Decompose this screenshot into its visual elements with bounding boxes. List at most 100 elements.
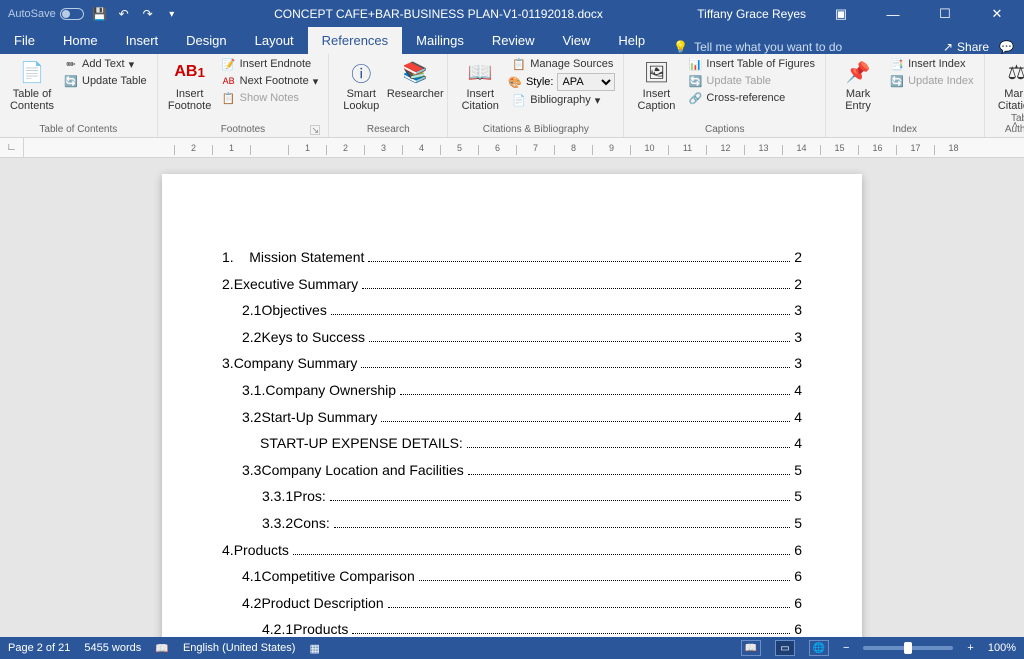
web-layout-icon[interactable]: 🌐 [809, 640, 829, 656]
citation-style-select[interactable]: 🎨 Style: APA [508, 73, 617, 91]
toc-number: 4.1 [242, 563, 261, 590]
toc-leader [468, 462, 790, 475]
toc-entry[interactable]: START-UP EXPENSE DETAILS:4 [260, 430, 802, 457]
style-icon: 🎨 [508, 76, 522, 89]
zoom-in-icon[interactable]: + [967, 642, 973, 654]
style-dropdown[interactable]: APA [557, 73, 615, 91]
menu-bar: File Home Insert Design Layout Reference… [0, 28, 1024, 54]
table-of-contents-button[interactable]: 📄 Table of Contents [6, 56, 58, 112]
save-icon[interactable]: 💾 [92, 6, 108, 22]
qat-customize-icon[interactable]: ▾ [164, 6, 180, 22]
toc-entry[interactable]: 3.2 Start-Up Summary4 [242, 404, 802, 431]
toc-entry[interactable]: 4.1 Competitive Comparison6 [242, 563, 802, 590]
toc-entry[interactable]: 3.3.1 Pros:5 [262, 483, 802, 510]
tab-mailings[interactable]: Mailings [402, 27, 478, 54]
insert-tof-button[interactable]: 📊Insert Table of Figures [684, 56, 819, 72]
toc-title: Start-Up Summary [261, 404, 377, 431]
mark-citation-icon: ⚖ [1003, 58, 1024, 86]
read-mode-icon[interactable]: 📖 [741, 640, 761, 656]
toc-title: Company Ownership [265, 377, 396, 404]
print-layout-icon[interactable]: ▭ [775, 640, 795, 656]
tab-references[interactable]: References [308, 27, 402, 54]
toc-page: 4 [794, 404, 802, 431]
insert-footnote-button[interactable]: AB1 Insert Footnote [164, 56, 216, 112]
close-icon[interactable]: ✕ [980, 6, 1014, 22]
toc-leader [388, 595, 791, 608]
update-table-button[interactable]: 🔄Update Table [60, 73, 151, 89]
toc-title: Mission Statement [249, 244, 364, 271]
toc-entry[interactable]: 2.1 Objectives3 [242, 297, 802, 324]
bibliography-button[interactable]: 📄Bibliography ▾ [508, 92, 617, 108]
spellcheck-icon[interactable]: 📖 [155, 642, 169, 655]
toc-entry[interactable]: 3.1. Company Ownership4 [242, 377, 802, 404]
researcher-button[interactable]: 📚 Researcher [389, 56, 441, 112]
mark-entry-icon: 📌 [844, 58, 872, 86]
comments-icon[interactable]: 💬 [999, 40, 1014, 54]
toc-entry[interactable]: 3. Company Summary3 [222, 350, 802, 377]
toc-page: 4 [794, 377, 802, 404]
ruler-area: ∟ 21123456789101112131415161718 [0, 138, 1024, 158]
toc-entry[interactable]: 2.2 Keys to Success3 [242, 324, 802, 351]
toc-page: 4 [794, 430, 802, 457]
update-index-icon: 🔄 [890, 74, 904, 88]
cross-reference-button[interactable]: 🔗Cross-reference [684, 90, 819, 106]
insert-citation-button[interactable]: 📖 Insert Citation [454, 56, 506, 112]
ribbon-display-icon[interactable]: ▣ [824, 6, 858, 22]
manage-sources-button[interactable]: 📋Manage Sources [508, 56, 617, 72]
insert-caption-button[interactable]: 🖼 Insert Caption [630, 56, 682, 112]
add-text-button[interactable]: ✏Add Text ▾ [60, 56, 151, 72]
tab-insert[interactable]: Insert [112, 27, 173, 54]
toc-entry[interactable]: 3.3.2 Cons:5 [262, 510, 802, 537]
update-caption-table-button[interactable]: 🔄Update Table [684, 73, 819, 89]
toc-leader [400, 382, 790, 395]
tab-help[interactable]: Help [604, 27, 659, 54]
toc-entry[interactable]: 1. Mission Statement2 [222, 244, 802, 271]
status-bar: Page 2 of 21 5455 words 📖 English (Unite… [0, 637, 1024, 659]
language-indicator[interactable]: English (United States) [183, 642, 296, 654]
toc-entry[interactable]: 2. Executive Summary2 [222, 271, 802, 298]
toc-leader [368, 249, 790, 262]
word-count[interactable]: 5455 words [84, 642, 141, 654]
zoom-out-icon[interactable]: − [843, 642, 849, 654]
mark-citation-button[interactable]: ⚖ Mark Citation [991, 56, 1024, 112]
show-notes-button[interactable]: 📋Show Notes [218, 90, 323, 106]
page-indicator[interactable]: Page 2 of 21 [8, 642, 70, 654]
tab-home[interactable]: Home [49, 27, 112, 54]
update-index-button[interactable]: 🔄Update Index [886, 73, 977, 89]
toc-leader [331, 303, 790, 316]
smart-lookup-button[interactable]: ⓘ Smart Lookup [335, 56, 387, 112]
tab-view[interactable]: View [548, 27, 604, 54]
tab-design[interactable]: Design [172, 27, 240, 54]
macro-icon[interactable]: ▦ [309, 642, 319, 655]
undo-icon[interactable]: ↶ [116, 6, 132, 22]
user-name[interactable]: Tiffany Grace Reyes [697, 7, 806, 21]
insert-endnote-button[interactable]: 📝Insert Endnote [218, 56, 323, 72]
autosave-toggle[interactable]: AutoSave [8, 8, 84, 20]
toc-page: 2 [794, 244, 802, 271]
toc-entry[interactable]: 3.3 Company Location and Facilities5 [242, 457, 802, 484]
toc-leader [369, 329, 790, 342]
tab-selector-icon[interactable]: ∟ [0, 138, 24, 158]
collapse-ribbon-icon[interactable]: ˄ [1012, 120, 1018, 131]
next-footnote-button[interactable]: ABNext Footnote ▾ [218, 73, 323, 89]
toc-entry[interactable]: 4.2 Product Description6 [242, 590, 802, 617]
redo-icon[interactable]: ↷ [140, 6, 156, 22]
insert-index-button[interactable]: 📑Insert Index [886, 56, 977, 72]
zoom-slider[interactable] [863, 646, 953, 650]
horizontal-ruler[interactable]: 21123456789101112131415161718 [24, 138, 1024, 158]
ribbon: 📄 Table of Contents ✏Add Text ▾ 🔄Update … [0, 54, 1024, 138]
toc-entry[interactable]: 4.2.1 Products6 [262, 616, 802, 637]
tell-me-search[interactable]: 💡 Tell me what you want to do [659, 40, 943, 54]
zoom-level[interactable]: 100% [988, 642, 1016, 654]
minimize-icon[interactable]: — [876, 7, 910, 22]
tab-file[interactable]: File [0, 27, 49, 54]
maximize-icon[interactable]: ☐ [928, 6, 962, 22]
mark-entry-button[interactable]: 📌 Mark Entry [832, 56, 884, 112]
tab-layout[interactable]: Layout [241, 27, 308, 54]
tab-review[interactable]: Review [478, 27, 549, 54]
toc-page: 5 [794, 483, 802, 510]
document-area[interactable]: 1. Mission Statement22. Executive Summar… [0, 158, 1024, 637]
dialog-launcher-icon[interactable]: ↘ [310, 125, 320, 135]
share-button[interactable]: ↗ Share [943, 40, 989, 54]
toc-entry[interactable]: 4. Products6 [222, 537, 802, 564]
